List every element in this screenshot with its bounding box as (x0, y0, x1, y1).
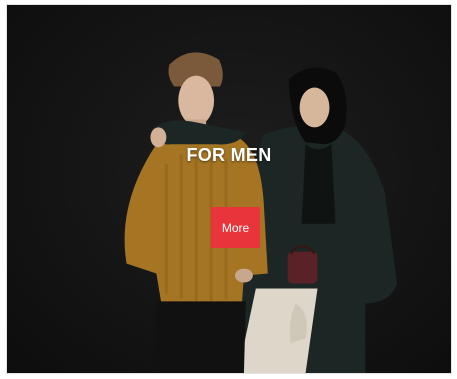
promo-banner[interactable]: FOR MEN More (6, 4, 452, 374)
more-button[interactable]: More (211, 207, 260, 248)
banner-title: FOR MEN (186, 145, 272, 165)
models-photo (124, 52, 398, 373)
